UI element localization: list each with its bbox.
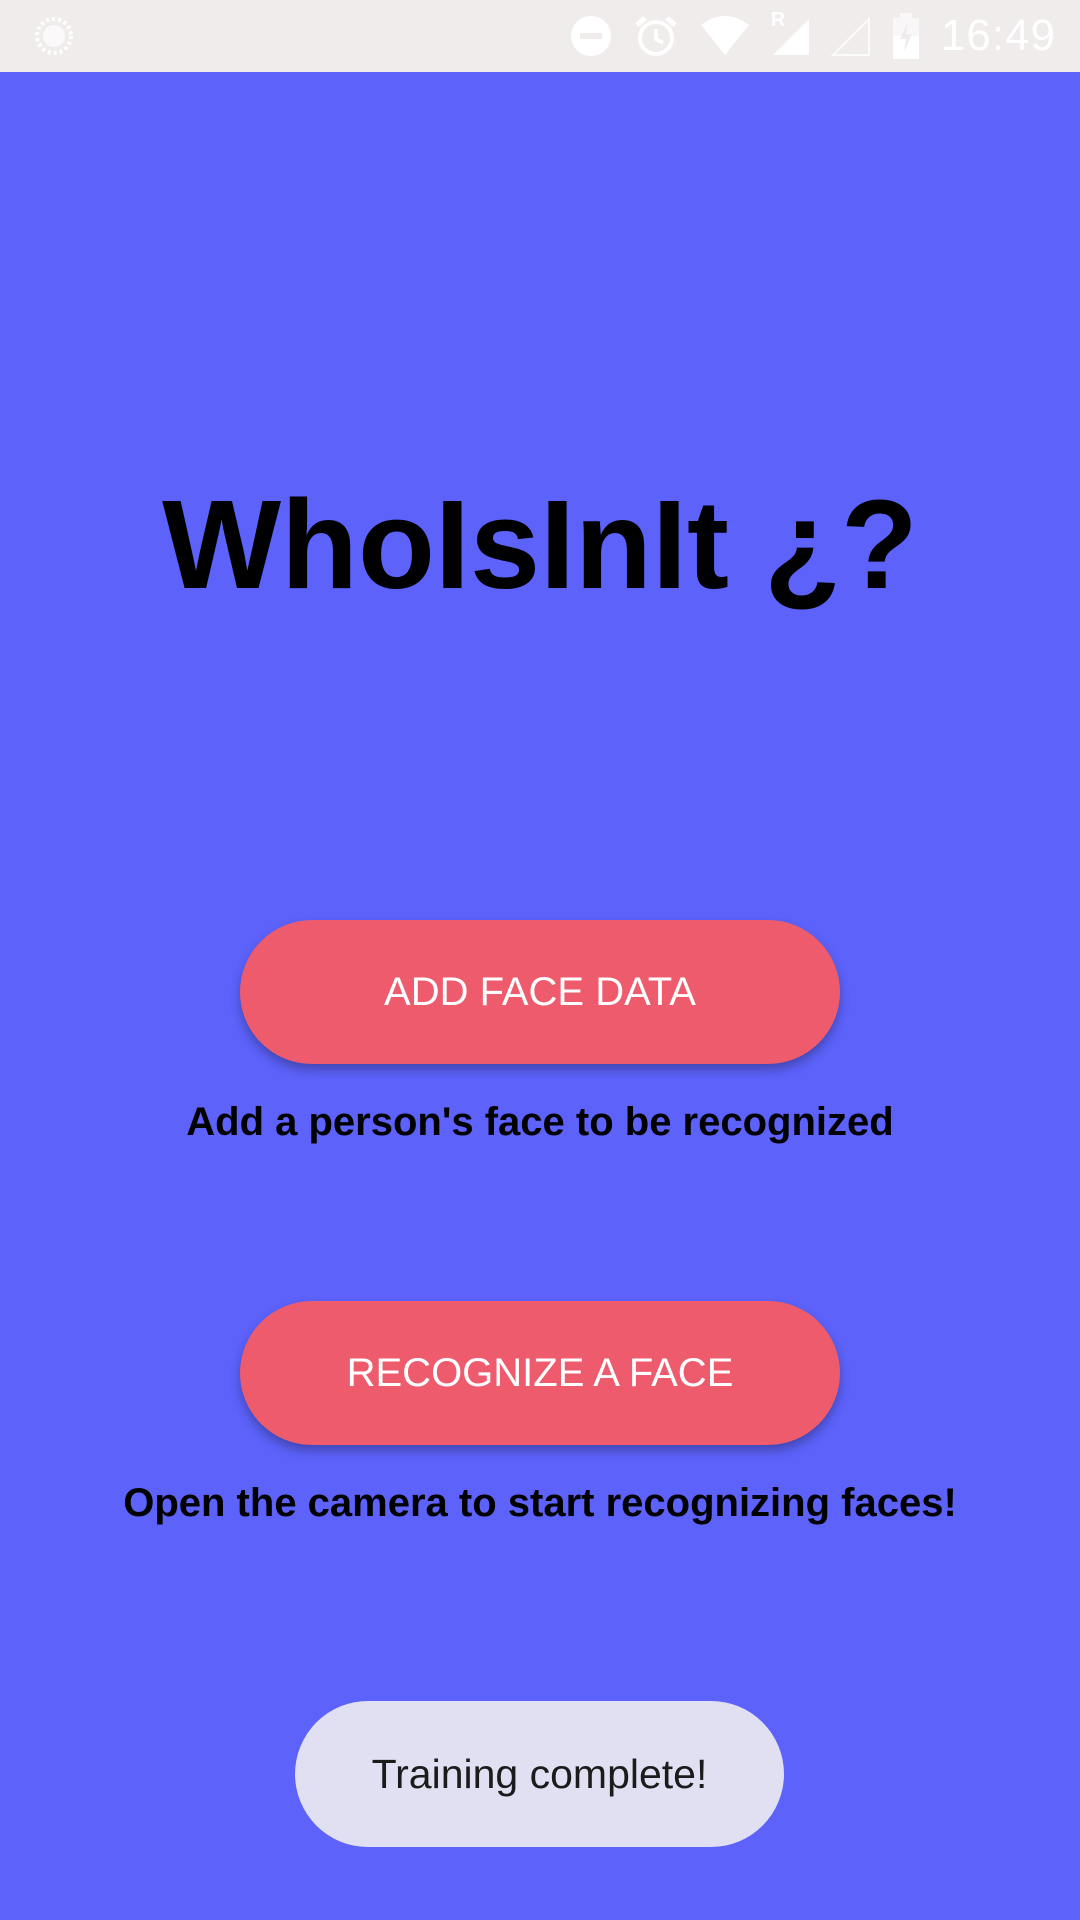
recognize-face-caption: Open the camera to start recognizing fac… xyxy=(123,1481,957,1525)
status-icons: R 16:49 xyxy=(569,0,1080,72)
status-time: 16:49 xyxy=(940,11,1056,60)
battery-charging-icon xyxy=(892,13,919,59)
toast-message: Training complete! xyxy=(295,1701,784,1847)
add-face-caption: Add a person's face to be recognized xyxy=(186,1100,894,1144)
app-title: WhoIsInIt ¿? xyxy=(162,474,918,615)
app-notification-icon xyxy=(35,17,73,55)
recognize-face-button[interactable]: RECOGNIZE A FACE xyxy=(240,1301,840,1445)
wifi-icon xyxy=(700,16,749,55)
signal-empty-icon xyxy=(830,16,870,56)
signal-roaming-icon: R xyxy=(771,9,811,57)
do-not-disturb-icon xyxy=(570,16,611,56)
add-face-data-button[interactable]: ADD FACE DATA xyxy=(240,920,840,1064)
alarm-icon xyxy=(635,16,677,56)
roaming-label: R xyxy=(770,9,786,31)
status-bar: R 16:49 xyxy=(0,0,1080,72)
